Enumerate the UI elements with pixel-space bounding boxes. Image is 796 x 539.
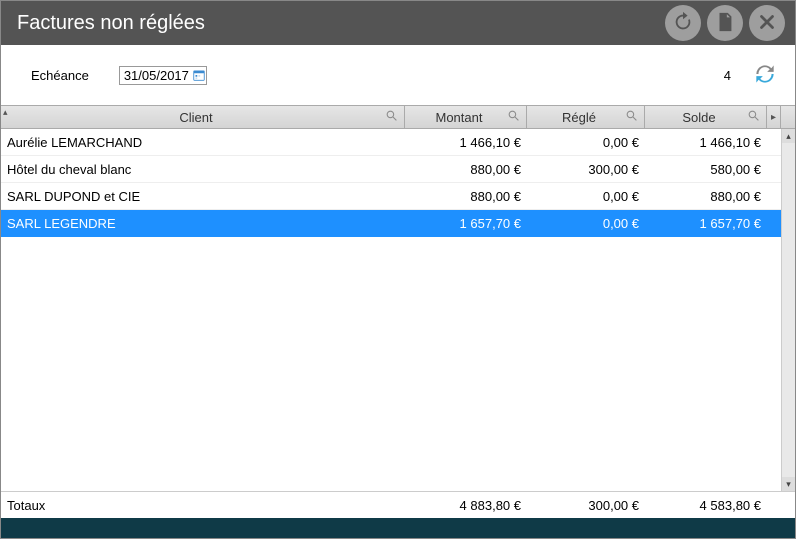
totals-label: Totaux	[1, 498, 405, 513]
cell-solde: 880,00 €	[645, 189, 767, 204]
search-icon[interactable]	[625, 109, 638, 125]
due-date-label: Echéance	[31, 68, 89, 83]
table-body: Aurélie LEMARCHAND1 466,10 €0,00 €1 466,…	[1, 129, 781, 491]
close-icon	[756, 11, 778, 36]
totals-row: Totaux 4 883,80 € 300,00 € 4 583,80 €	[1, 492, 795, 518]
scroll-up-button[interactable]: ▴	[782, 129, 795, 143]
row-count: 4	[724, 68, 731, 83]
column-label: Montant	[411, 110, 507, 125]
cell-solde: 580,00 €	[645, 162, 767, 177]
table-body-wrap: Aurélie LEMARCHAND1 466,10 €0,00 €1 466,…	[1, 129, 795, 492]
cell-montant: 880,00 €	[405, 162, 527, 177]
totals-regle: 300,00 €	[527, 498, 645, 513]
due-date-input[interactable]	[124, 68, 190, 83]
totals-solde: 4 583,80 €	[645, 498, 767, 513]
cell-montant: 880,00 €	[405, 189, 527, 204]
column-label: Client	[7, 110, 385, 125]
refresh-button[interactable]	[665, 5, 701, 41]
preview-button[interactable]	[707, 5, 743, 41]
column-header-regle[interactable]: Réglé	[527, 106, 645, 128]
column-label: Réglé	[533, 110, 625, 125]
scroll-down-button[interactable]: ▾	[782, 477, 795, 491]
due-date-field[interactable]	[119, 66, 207, 85]
filter-bar: Echéance 4	[1, 45, 795, 105]
cell-montant: 1 657,70 €	[405, 216, 527, 231]
table-row[interactable]: SARL DUPOND et CIE880,00 €0,00 €880,00 €	[1, 183, 781, 210]
cell-client: Hôtel du cheval blanc	[1, 162, 405, 177]
cell-solde: 1 466,10 €	[645, 135, 767, 150]
cell-regle: 0,00 €	[527, 216, 645, 231]
header-scroll-spacer	[781, 106, 795, 128]
cell-regle: 300,00 €	[527, 162, 645, 177]
sync-icon	[752, 61, 778, 90]
refresh-small-button[interactable]	[751, 61, 779, 89]
window-title: Factures non réglées	[17, 12, 659, 35]
cell-client: Aurélie LEMARCHAND	[1, 135, 405, 150]
vertical-scrollbar[interactable]: ▴ ▾	[781, 129, 795, 491]
search-icon[interactable]	[747, 109, 760, 125]
column-label: Solde	[651, 110, 747, 125]
search-icon[interactable]	[507, 109, 520, 125]
scroll-right-button[interactable]: ▸	[767, 106, 781, 128]
close-button[interactable]	[749, 5, 785, 41]
table-row[interactable]: SARL LEGENDRE1 657,70 €0,00 €1 657,70 €	[1, 210, 781, 237]
cell-regle: 0,00 €	[527, 189, 645, 204]
cell-solde: 1 657,70 €	[645, 216, 767, 231]
titlebar: Factures non réglées	[1, 1, 795, 45]
document-search-icon	[714, 11, 736, 36]
table-row[interactable]: Aurélie LEMARCHAND1 466,10 €0,00 €1 466,…	[1, 129, 781, 156]
cell-regle: 0,00 €	[527, 135, 645, 150]
column-header-montant[interactable]: Montant	[405, 106, 527, 128]
window: Factures non réglées Echéance 4	[0, 0, 796, 539]
footer-bar	[1, 518, 795, 538]
search-icon[interactable]	[385, 109, 398, 125]
totals-montant: 4 883,80 €	[405, 498, 527, 513]
cell-client: SARL DUPOND et CIE	[1, 189, 405, 204]
cell-client: SARL LEGENDRE	[1, 216, 405, 231]
table-row[interactable]: Hôtel du cheval blanc880,00 €300,00 €580…	[1, 156, 781, 183]
refresh-icon	[672, 11, 694, 36]
calendar-icon[interactable]	[192, 68, 206, 82]
column-header-solde[interactable]: Solde	[645, 106, 767, 128]
table-header: ▴ Client Montant Réglé Solde ▸	[1, 105, 795, 129]
cell-montant: 1 466,10 €	[405, 135, 527, 150]
column-header-client[interactable]: Client	[1, 106, 405, 128]
